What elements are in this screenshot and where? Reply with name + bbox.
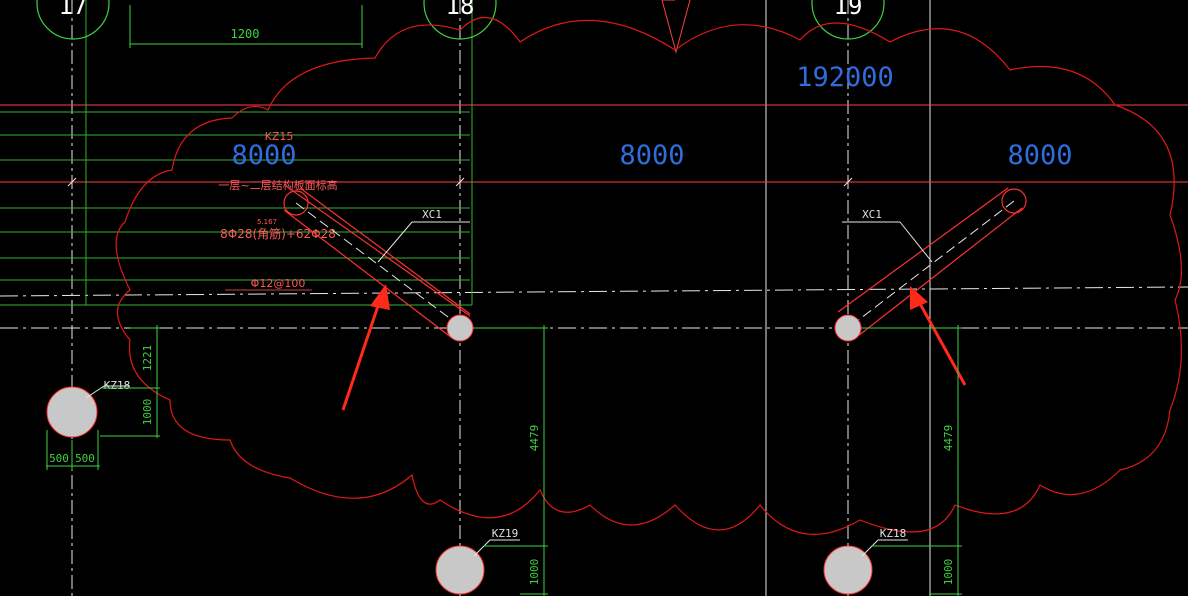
axis-label-19: 19 bbox=[834, 0, 863, 20]
column-label-kz18-left: KZ18 bbox=[104, 379, 131, 392]
dimension-text-500-a: 500 bbox=[49, 452, 69, 465]
dimension-mid-vertical[interactable]: 4479 1000 bbox=[474, 325, 548, 596]
column-label-kz18-right: KZ18 bbox=[880, 527, 907, 540]
brace-label-left: XC1 bbox=[422, 208, 442, 221]
dimension-text-1000-mid: 1000 bbox=[528, 559, 541, 586]
dimension-right-vertical[interactable]: 4479 1000 bbox=[862, 325, 962, 596]
dimension-text-1000-left: 1000 bbox=[141, 399, 154, 426]
rebar-stirrup-label: Φ12@100 bbox=[251, 277, 306, 290]
grid-lines bbox=[0, 0, 1188, 596]
brace-label-right: XC1 bbox=[862, 208, 882, 221]
axis-label-18: 18 bbox=[446, 0, 475, 20]
rebar-main-label: 8Φ28(角筋)+62Φ28 bbox=[220, 226, 336, 241]
brace-xc1-left[interactable] bbox=[283, 185, 478, 339]
axis-bubble-17[interactable]: 17 bbox=[36, 0, 110, 40]
dimension-text-1200: 1200 bbox=[231, 27, 260, 41]
arrow-pointer-right bbox=[910, 286, 967, 386]
revision-cloud[interactable] bbox=[115, 16, 1183, 536]
column-kz19[interactable]: KZ19 bbox=[435, 527, 520, 595]
span-label-2: 8000 bbox=[619, 140, 684, 171]
column-kz18-right[interactable]: KZ18 bbox=[823, 527, 908, 595]
arrow-pointer-left bbox=[341, 284, 390, 411]
dimension-text-4479-mid: 4479 bbox=[528, 425, 541, 452]
column-end-right[interactable] bbox=[834, 314, 862, 342]
dimension-text-1221: 1221 bbox=[141, 345, 154, 372]
total-length-label: 192000 bbox=[796, 62, 894, 93]
small-note: 5.167 bbox=[257, 218, 277, 226]
span-label-1: 8000 bbox=[231, 140, 296, 171]
column-end-left[interactable] bbox=[446, 314, 474, 342]
column-label-kz19: KZ19 bbox=[492, 527, 519, 540]
axis-label-17: 17 bbox=[59, 0, 88, 20]
dimension-text-4479-right: 4479 bbox=[942, 425, 955, 452]
span-label-3: 8000 bbox=[1007, 140, 1072, 171]
cad-drawing-canvas[interactable]: 17 18 19 1200 192000 8000 8000 8000 KZ15… bbox=[0, 0, 1188, 596]
brace-leader-right bbox=[842, 221, 933, 263]
dimension-top-1200[interactable]: 1200 bbox=[129, 5, 363, 48]
dimension-text-500-b: 500 bbox=[75, 452, 95, 465]
dimension-text-1000-right: 1000 bbox=[942, 559, 955, 586]
level-note: 一层~二层结构板面标高 bbox=[218, 178, 337, 192]
column-label-kz15: KZ15 bbox=[265, 130, 294, 143]
